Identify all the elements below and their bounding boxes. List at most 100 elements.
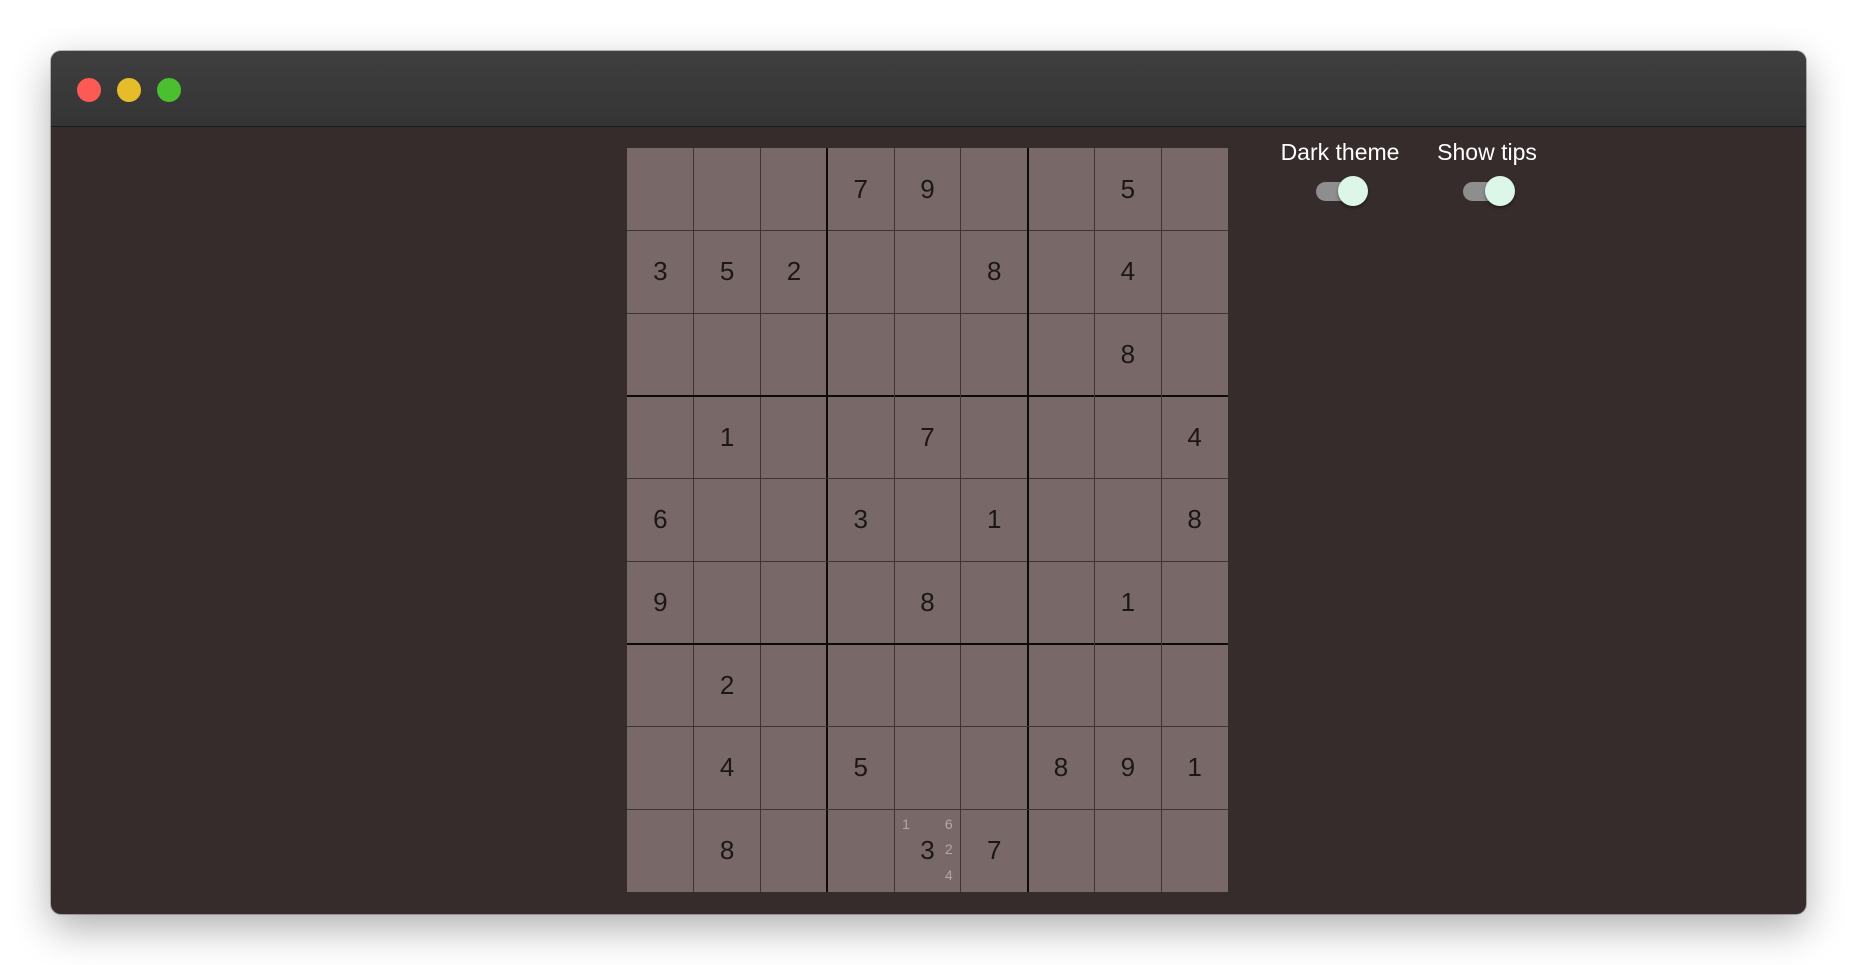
sudoku-cell-r7-c2[interactable]: 2 (694, 644, 761, 727)
sudoku-cell-r2-c4[interactable] (827, 231, 894, 314)
sudoku-cell-r5-c3[interactable] (761, 479, 828, 562)
sudoku-cell-r9-c6[interactable]: 7 (961, 809, 1028, 892)
sudoku-cell-r6-c5[interactable]: 8 (894, 561, 961, 644)
maximize-window-button[interactable] (157, 78, 181, 102)
sudoku-cell-r9-c7[interactable] (1028, 809, 1095, 892)
sudoku-cell-r8-c5[interactable] (894, 727, 961, 810)
sudoku-cell-r8-c7[interactable]: 8 (1028, 727, 1095, 810)
grid-divider (1160, 148, 1162, 892)
sudoku-cell-r9-c4[interactable] (827, 809, 894, 892)
sudoku-cell-r9-c3[interactable] (761, 809, 828, 892)
grid-divider (1093, 148, 1095, 892)
sudoku-cell-r4-c3[interactable] (761, 396, 828, 479)
sudoku-cell-r5-c9[interactable]: 8 (1161, 479, 1228, 562)
grid-divider (1026, 148, 1029, 892)
sudoku-cell-r8-c2[interactable]: 4 (694, 727, 761, 810)
sudoku-cell-r6-c9[interactable] (1161, 561, 1228, 644)
sudoku-cell-r1-c4[interactable]: 7 (827, 148, 894, 231)
sudoku-cell-r4-c8[interactable] (1094, 396, 1161, 479)
grid-divider (627, 726, 1228, 728)
sudoku-cell-r8-c6[interactable] (961, 727, 1028, 810)
grid-divider (627, 395, 1228, 397)
sudoku-cell-r2-c9[interactable] (1161, 231, 1228, 314)
sudoku-cell-r3-c8[interactable]: 8 (1094, 313, 1161, 396)
sudoku-cell-r8-c9[interactable]: 1 (1161, 727, 1228, 810)
sudoku-cell-r5-c7[interactable] (1028, 479, 1095, 562)
toggle-thumb (1485, 176, 1515, 206)
sudoku-cell-r5-c5[interactable] (894, 479, 961, 562)
close-window-button[interactable] (77, 78, 101, 102)
sudoku-cell-r9-c1[interactable] (627, 809, 694, 892)
sudoku-cell-r5-c2[interactable] (694, 479, 761, 562)
sudoku-cell-r8-c1[interactable] (627, 727, 694, 810)
sudoku-cell-r6-c1[interactable]: 9 (627, 561, 694, 644)
sudoku-cell-r5-c6[interactable]: 1 (961, 479, 1028, 562)
grid-divider (960, 148, 962, 892)
sudoku-cell-r6-c8[interactable]: 1 (1094, 561, 1161, 644)
sudoku-cell-r7-c6[interactable] (961, 644, 1028, 727)
sudoku-cell-r5-c8[interactable] (1094, 479, 1161, 562)
sudoku-cell-r2-c5[interactable] (894, 231, 961, 314)
sudoku-cell-r2-c8[interactable]: 4 (1094, 231, 1161, 314)
sudoku-cell-r4-c7[interactable] (1028, 396, 1095, 479)
sudoku-cell-r2-c2[interactable]: 5 (694, 231, 761, 314)
dark-theme-setting: Dark theme (1280, 139, 1400, 206)
sudoku-cell-r7-c5[interactable] (894, 644, 961, 727)
grid-divider (627, 560, 1228, 562)
sudoku-cell-r9-c9[interactable] (1161, 809, 1228, 892)
sudoku-cell-r4-c2[interactable]: 1 (694, 396, 761, 479)
sudoku-cell-r6-c6[interactable] (961, 561, 1028, 644)
sudoku-cell-r1-c2[interactable] (694, 148, 761, 231)
sudoku-cell-r4-c5[interactable]: 7 (894, 396, 961, 479)
sudoku-cell-r6-c2[interactable] (694, 561, 761, 644)
sudoku-cell-r3-c1[interactable] (627, 313, 694, 396)
sudoku-cell-r4-c6[interactable] (961, 396, 1028, 479)
sudoku-cell-r2-c6[interactable]: 8 (961, 231, 1028, 314)
candidate-tip: 2 (944, 841, 953, 857)
minimize-window-button[interactable] (117, 78, 141, 102)
sudoku-cell-r6-c7[interactable] (1028, 561, 1095, 644)
sudoku-cell-r7-c1[interactable] (627, 644, 694, 727)
sudoku-cell-r3-c7[interactable] (1028, 313, 1095, 396)
sudoku-cell-r7-c4[interactable] (827, 644, 894, 727)
sudoku-cell-r3-c5[interactable] (894, 313, 961, 396)
grid-divider (893, 148, 895, 892)
sudoku-cell-r3-c9[interactable] (1161, 313, 1228, 396)
dark-theme-toggle[interactable] (1312, 176, 1368, 206)
sudoku-cell-r2-c3[interactable]: 2 (761, 231, 828, 314)
sudoku-cell-r5-c1[interactable]: 6 (627, 479, 694, 562)
sudoku-cell-r7-c3[interactable] (761, 644, 828, 727)
sudoku-cell-r1-c6[interactable] (961, 148, 1028, 231)
sudoku-cell-r3-c6[interactable] (961, 313, 1028, 396)
sudoku-cell-r8-c8[interactable]: 9 (1094, 727, 1161, 810)
show-tips-toggle[interactable] (1459, 176, 1515, 206)
sudoku-cell-r3-c2[interactable] (694, 313, 761, 396)
sudoku-cell-r1-c1[interactable] (627, 148, 694, 231)
sudoku-cell-r5-c4[interactable]: 3 (827, 479, 894, 562)
sudoku-cell-r4-c1[interactable] (627, 396, 694, 479)
sudoku-cell-r4-c9[interactable]: 4 (1161, 396, 1228, 479)
sudoku-cell-r6-c3[interactable] (761, 561, 828, 644)
sudoku-cell-r4-c4[interactable] (827, 396, 894, 479)
sudoku-cell-r6-c4[interactable] (827, 561, 894, 644)
sudoku-cell-r7-c8[interactable] (1094, 644, 1161, 727)
show-tips-label: Show tips (1437, 139, 1537, 165)
sudoku-cell-r9-c8[interactable] (1094, 809, 1161, 892)
sudoku-cell-r1-c7[interactable] (1028, 148, 1095, 231)
sudoku-cell-r2-c7[interactable] (1028, 231, 1095, 314)
sudoku-cell-r7-c7[interactable] (1028, 644, 1095, 727)
grid-divider (627, 808, 1228, 810)
grid-divider (627, 643, 1228, 645)
sudoku-cell-r1-c3[interactable] (761, 148, 828, 231)
sudoku-cell-r1-c5[interactable]: 9 (894, 148, 961, 231)
sudoku-cell-r8-c4[interactable]: 5 (827, 727, 894, 810)
sudoku-cell-r1-c8[interactable]: 5 (1094, 148, 1161, 231)
candidate-tip: 4 (944, 867, 953, 884)
sudoku-cell-r1-c9[interactable] (1161, 148, 1228, 231)
sudoku-cell-r2-c1[interactable]: 3 (627, 231, 694, 314)
sudoku-cell-r8-c3[interactable] (761, 727, 828, 810)
sudoku-cell-r9-c2[interactable]: 8 (694, 809, 761, 892)
sudoku-cell-r3-c4[interactable] (827, 313, 894, 396)
sudoku-cell-r7-c9[interactable] (1161, 644, 1228, 727)
sudoku-cell-r3-c3[interactable] (761, 313, 828, 396)
